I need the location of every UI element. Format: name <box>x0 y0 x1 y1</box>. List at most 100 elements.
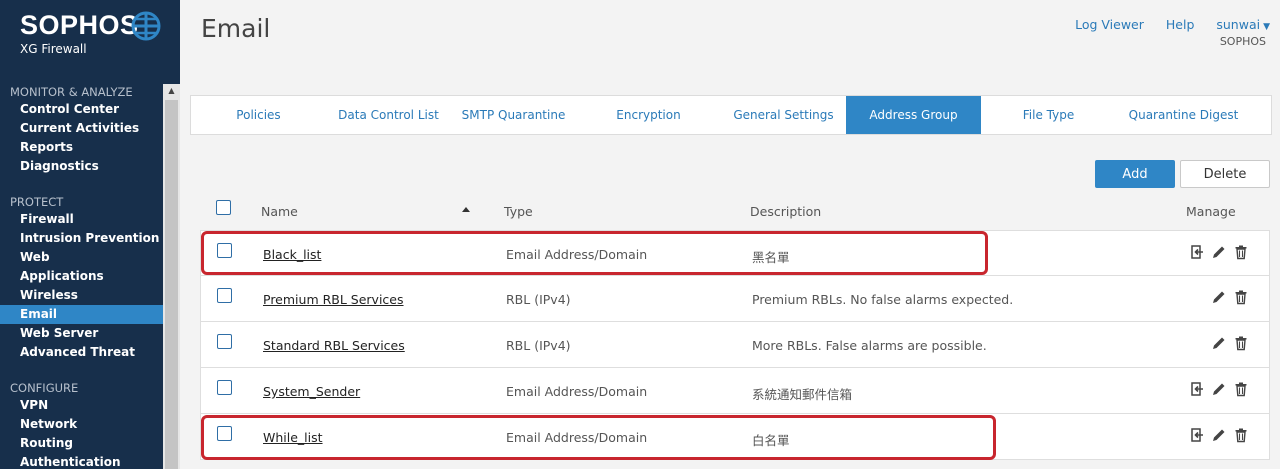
tab-quarantine-digest[interactable]: Quarantine Digest <box>1116 96 1251 134</box>
delete-icon[interactable] <box>1233 244 1249 260</box>
row-description: More RBLs. False alarms are possible. <box>752 338 987 353</box>
scroll-up-arrow-icon[interactable]: ▲ <box>163 84 180 98</box>
import-icon[interactable] <box>1189 427 1205 443</box>
row-name-link[interactable]: While_list <box>263 430 323 445</box>
table-row: While_list Email Address/Domain 白名單 <box>200 414 1270 460</box>
sidebar-item-vpn[interactable]: VPN <box>0 396 163 415</box>
sidebar-item-reports[interactable]: Reports <box>0 138 163 157</box>
tab-file-type[interactable]: File Type <box>981 96 1116 134</box>
delete-icon[interactable] <box>1233 289 1249 305</box>
row-checkbox[interactable] <box>217 334 232 349</box>
select-all-checkbox[interactable] <box>216 200 231 215</box>
sidebar-item-current-activities[interactable]: Current Activities <box>0 119 163 138</box>
sidebar: SOPHOS XG Firewall MONITOR & ANALYZE Cont… <box>0 0 180 469</box>
address-group-table: Black_list Email Address/Domain 黑名單 Premium… <box>200 230 1270 460</box>
sidebar-item-firewall[interactable]: Firewall <box>0 210 163 229</box>
row-description: 系統通知郵件信箱 <box>752 387 853 402</box>
sort-ascending-icon[interactable] <box>462 207 470 212</box>
brand: SOPHOS XG Firewall <box>20 10 139 56</box>
email-tabs: Policies Data Control List SMTP Quarantine… <box>190 95 1272 135</box>
sidebar-item-control-center[interactable]: Control Center <box>0 100 163 119</box>
nav-gap <box>0 362 164 380</box>
nav-gap <box>0 176 164 194</box>
column-header-name[interactable]: Name <box>261 204 298 219</box>
edit-icon[interactable] <box>1211 335 1227 351</box>
tab-data-control-list[interactable]: Data Control List <box>326 96 451 134</box>
nav-section-title: PROTECT <box>10 195 64 209</box>
table-row: Premium RBL Services RBL (IPv4) Premium RB… <box>200 276 1270 322</box>
import-icon[interactable] <box>1189 244 1205 260</box>
row-checkbox[interactable] <box>217 426 232 441</box>
table-row: Black_list Email Address/Domain 黑名單 <box>200 230 1270 276</box>
tab-smtp-quarantine[interactable]: SMTP Quarantine <box>451 96 576 134</box>
delete-icon[interactable] <box>1233 427 1249 443</box>
user-menu[interactable]: sunwai ▼ <box>1216 17 1270 32</box>
brand-name: SOPHOS <box>20 10 139 40</box>
column-header-manage: Manage <box>1186 204 1236 219</box>
row-checkbox[interactable] <box>217 380 232 395</box>
tab-address-group[interactable]: Address Group <box>846 96 981 134</box>
import-icon[interactable] <box>1189 381 1205 397</box>
row-description: Premium RBLs. No false alarms expected. <box>752 292 1014 307</box>
company-name: SOPHOS <box>1219 35 1266 48</box>
tab-general-settings[interactable]: General Settings <box>721 96 846 134</box>
sidebar-item-authentication[interactable]: Authentication <box>0 453 163 469</box>
row-name-link[interactable]: Premium RBL Services <box>263 292 404 307</box>
sidebar-item-web-server[interactable]: Web Server <box>0 324 163 343</box>
page-title: Email <box>201 14 271 43</box>
column-header-description: Description <box>750 204 822 219</box>
sidebar-scrollbar[interactable]: ▲ <box>163 84 180 469</box>
row-name-link[interactable]: Black_list <box>263 247 321 262</box>
row-manage-actions <box>1189 381 1249 397</box>
column-header-type: Type <box>504 204 533 219</box>
globe-icon <box>131 11 161 41</box>
sidebar-item-diagnostics[interactable]: Diagnostics <box>0 157 163 176</box>
sidebar-item-applications[interactable]: Applications <box>0 267 163 286</box>
user-name: sunwai <box>1216 17 1261 32</box>
row-name-link[interactable]: System_Sender <box>263 384 360 399</box>
row-manage-actions <box>1211 335 1249 351</box>
row-type: Email Address/Domain <box>506 384 648 399</box>
edit-icon[interactable] <box>1211 381 1227 397</box>
sidebar-item-web[interactable]: Web <box>0 248 163 267</box>
row-manage-actions <box>1189 427 1249 443</box>
nav-section-title: MONITOR & ANALYZE <box>10 85 133 99</box>
row-description: 黑名單 <box>752 250 790 265</box>
row-manage-actions <box>1189 244 1249 260</box>
edit-icon[interactable] <box>1211 427 1227 443</box>
log-viewer-link[interactable]: Log Viewer <box>1075 17 1144 32</box>
sidebar-item-intrusion-prevention[interactable]: Intrusion Prevention <box>0 229 163 248</box>
top-links: Log Viewer Help sunwai ▼ <box>1057 17 1270 32</box>
sidebar-item-routing[interactable]: Routing <box>0 434 163 453</box>
row-type: RBL (IPv4) <box>506 292 571 307</box>
sidebar-item-network[interactable]: Network <box>0 415 163 434</box>
add-button[interactable]: Add <box>1095 160 1175 188</box>
tab-encryption[interactable]: Encryption <box>576 96 721 134</box>
nav-section-title: CONFIGURE <box>10 381 79 395</box>
row-type: RBL (IPv4) <box>506 338 571 353</box>
sidebar-nav: MONITOR & ANALYZE Control Center Current A… <box>0 84 164 469</box>
table-row: System_Sender Email Address/Domain 系統通知郵件信… <box>200 368 1270 414</box>
row-checkbox[interactable] <box>217 288 232 303</box>
row-description: 白名單 <box>752 433 790 448</box>
edit-icon[interactable] <box>1211 289 1227 305</box>
sidebar-item-email[interactable]: Email <box>0 305 163 324</box>
row-type: Email Address/Domain <box>506 247 648 262</box>
delete-icon[interactable] <box>1233 335 1249 351</box>
help-link[interactable]: Help <box>1166 17 1195 32</box>
row-manage-actions <box>1211 289 1249 305</box>
row-type: Email Address/Domain <box>506 430 648 445</box>
edit-icon[interactable] <box>1211 244 1227 260</box>
delete-icon[interactable] <box>1233 381 1249 397</box>
sidebar-item-wireless[interactable]: Wireless <box>0 286 163 305</box>
row-checkbox[interactable] <box>217 243 232 258</box>
tab-policies[interactable]: Policies <box>191 96 326 134</box>
sidebar-item-advanced-threat[interactable]: Advanced Threat <box>0 343 163 362</box>
row-name-link[interactable]: Standard RBL Services <box>263 338 405 353</box>
delete-button[interactable]: Delete <box>1180 160 1270 188</box>
table-header: Name Type Description Manage <box>200 196 1270 230</box>
table-row: Standard RBL Services RBL (IPv4) More RBLs… <box>200 322 1270 368</box>
product-name: XG Firewall <box>20 42 87 56</box>
chevron-down-icon: ▼ <box>1263 22 1270 32</box>
scroll-thumb[interactable] <box>165 100 178 469</box>
